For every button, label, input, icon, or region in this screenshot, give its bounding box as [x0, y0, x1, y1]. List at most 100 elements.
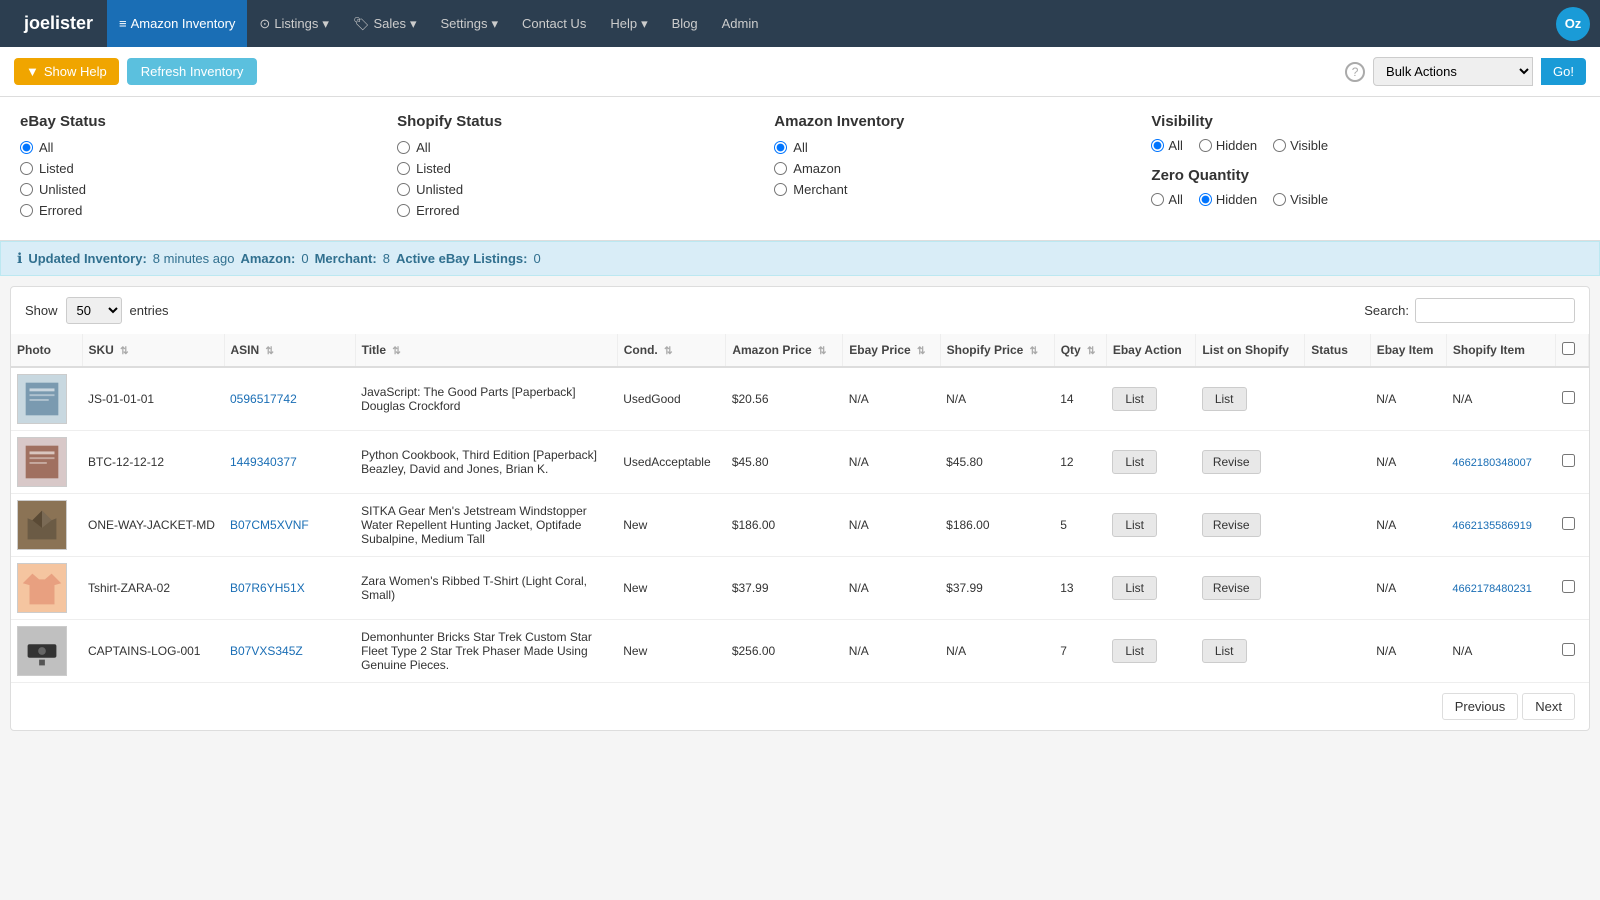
asin-link[interactable]: 0596517742 — [230, 392, 297, 406]
col-header-cond[interactable]: Cond. ⇅ — [617, 334, 726, 367]
visibility-all[interactable]: All — [1151, 138, 1182, 153]
ebay-action-button[interactable]: List — [1112, 387, 1157, 411]
nav-help[interactable]: Help ▾ — [598, 0, 659, 47]
visibility-visible[interactable]: Visible — [1273, 138, 1328, 153]
shopify-item-link[interactable]: 4662135586919 — [1452, 520, 1532, 532]
search-input[interactable] — [1415, 298, 1575, 323]
col-header-shopify-item[interactable]: Shopify Item — [1446, 334, 1555, 367]
go-button[interactable]: Go! — [1541, 58, 1586, 85]
shopify-status-errored[interactable]: Errored — [397, 203, 754, 218]
row-select-cell[interactable] — [1556, 367, 1589, 431]
row-select-cell[interactable] — [1556, 620, 1589, 683]
shopify-action-button[interactable]: Revise — [1202, 513, 1261, 537]
shopify-status-unlisted[interactable]: Unlisted — [397, 182, 754, 197]
col-header-photo[interactable]: Photo — [11, 334, 82, 367]
ebay-status-all[interactable]: All — [20, 140, 377, 155]
user-avatar[interactable]: Oz — [1556, 7, 1590, 41]
product-asin[interactable]: 0596517742 — [224, 367, 355, 431]
row-select-cell[interactable] — [1556, 557, 1589, 620]
shopify-action-button[interactable]: Revise — [1202, 450, 1261, 474]
asin-link[interactable]: B07R6YH51X — [230, 581, 305, 595]
nav-settings[interactable]: Settings ▾ — [429, 0, 511, 47]
nav-amazon-inventory[interactable]: ≡ Amazon Inventory — [107, 0, 247, 47]
col-header-sku[interactable]: SKU ⇅ — [82, 334, 224, 367]
amazon-price: $20.56 — [726, 367, 843, 431]
col-header-ebay-item[interactable]: Ebay Item — [1370, 334, 1446, 367]
list-shopify-cell: Revise — [1196, 557, 1305, 620]
col-header-asin[interactable]: ASIN ⇅ — [224, 334, 355, 367]
entries-select[interactable]: 50 25 100 — [66, 297, 122, 324]
ebay-action-button[interactable]: List — [1112, 576, 1157, 600]
ebay-status-listed[interactable]: Listed — [20, 161, 377, 176]
col-header-amazon-price[interactable]: Amazon Price ⇅ — [726, 334, 843, 367]
zero-qty-all[interactable]: All — [1151, 192, 1182, 207]
shopify-price: N/A — [940, 620, 1054, 683]
ebay-item-value: N/A — [1370, 620, 1446, 683]
previous-button[interactable]: Previous — [1442, 693, 1519, 720]
product-asin[interactable]: 1449340377 — [224, 431, 355, 494]
col-header-qty[interactable]: Qty ⇅ — [1054, 334, 1106, 367]
ebay-status-unlisted[interactable]: Unlisted — [20, 182, 377, 197]
shopify-status-title: Shopify Status — [397, 113, 754, 130]
row-select-cell[interactable] — [1556, 431, 1589, 494]
shopify-action-button[interactable]: List — [1202, 639, 1247, 663]
settings-chevron-icon: ▾ — [491, 16, 498, 32]
shopify-item-link[interactable]: 4662178480231 — [1452, 583, 1532, 595]
shopify-action-button[interactable]: List — [1202, 387, 1247, 411]
shopify-item-cell[interactable]: N/A — [1446, 367, 1555, 431]
product-asin[interactable]: B07R6YH51X — [224, 557, 355, 620]
show-help-button[interactable]: ▼ Show Help — [14, 58, 119, 85]
amazon-inventory-all[interactable]: All — [774, 140, 1131, 155]
row-checkbox[interactable] — [1562, 454, 1575, 467]
asin-link[interactable]: B07CM5XVNF — [230, 518, 309, 532]
product-asin[interactable]: B07CM5XVNF — [224, 494, 355, 557]
shopify-item-link[interactable]: 4662180348007 — [1452, 457, 1532, 469]
shopify-item-cell[interactable]: 4662178480231 — [1446, 557, 1555, 620]
col-header-list-shopify[interactable]: List on Shopify — [1196, 334, 1305, 367]
col-header-select-all[interactable] — [1556, 334, 1589, 367]
help-question-icon[interactable]: ? — [1345, 62, 1365, 82]
nav-contact-us[interactable]: Contact Us — [510, 0, 598, 47]
amazon-inventory-merchant[interactable]: Merchant — [774, 182, 1131, 197]
ebay-action-button[interactable]: List — [1112, 513, 1157, 537]
next-button[interactable]: Next — [1522, 693, 1575, 720]
row-select-cell[interactable] — [1556, 494, 1589, 557]
shopify-status-all[interactable]: All — [397, 140, 754, 155]
row-checkbox[interactable] — [1562, 391, 1575, 404]
select-all-checkbox[interactable] — [1562, 342, 1575, 355]
sales-chevron-icon: ▾ — [410, 16, 417, 32]
shopify-item-cell[interactable]: N/A — [1446, 620, 1555, 683]
nav-blog[interactable]: Blog — [660, 0, 710, 47]
col-header-shopify-price[interactable]: Shopify Price ⇅ — [940, 334, 1054, 367]
shopify-item-cell[interactable]: 4662180348007 — [1446, 431, 1555, 494]
shopify-status-listed[interactable]: Listed — [397, 161, 754, 176]
nav-listings[interactable]: ⊙ Listings ▾ — [247, 0, 341, 47]
shopify-item-cell[interactable]: 4662135586919 — [1446, 494, 1555, 557]
row-checkbox[interactable] — [1562, 517, 1575, 530]
product-sku: JS-01-01-01 — [82, 367, 224, 431]
col-header-ebay-action[interactable]: Ebay Action — [1106, 334, 1195, 367]
amazon-inventory-amazon[interactable]: Amazon — [774, 161, 1131, 176]
col-header-status[interactable]: Status — [1305, 334, 1371, 367]
row-checkbox[interactable] — [1562, 643, 1575, 656]
bulk-actions-select[interactable]: Bulk Actions List on eBay List on Shopif… — [1373, 57, 1533, 86]
ebay-action-button[interactable]: List — [1112, 450, 1157, 474]
shopify-action-button[interactable]: Revise — [1202, 576, 1261, 600]
col-header-ebay-price[interactable]: Ebay Price ⇅ — [843, 334, 940, 367]
ebay-action-button[interactable]: List — [1112, 639, 1157, 663]
col-header-title[interactable]: Title ⇅ — [355, 334, 617, 367]
ebay-price: N/A — [843, 494, 940, 557]
visibility-hidden[interactable]: Hidden — [1199, 138, 1257, 153]
product-sku: CAPTAINS-LOG-001 — [82, 620, 224, 683]
brand[interactable]: joelister — [10, 13, 107, 34]
refresh-inventory-button[interactable]: Refresh Inventory — [127, 58, 258, 85]
ebay-status-errored[interactable]: Errored — [20, 203, 377, 218]
product-asin[interactable]: B07VXS345Z — [224, 620, 355, 683]
zero-qty-visible[interactable]: Visible — [1273, 192, 1328, 207]
row-checkbox[interactable] — [1562, 580, 1575, 593]
nav-sales[interactable]: 🏷 Sales ▾ — [341, 0, 429, 47]
asin-link[interactable]: 1449340377 — [230, 455, 297, 469]
asin-link[interactable]: B07VXS345Z — [230, 644, 303, 658]
zero-qty-hidden[interactable]: Hidden — [1199, 192, 1257, 207]
nav-admin[interactable]: Admin — [710, 0, 771, 47]
